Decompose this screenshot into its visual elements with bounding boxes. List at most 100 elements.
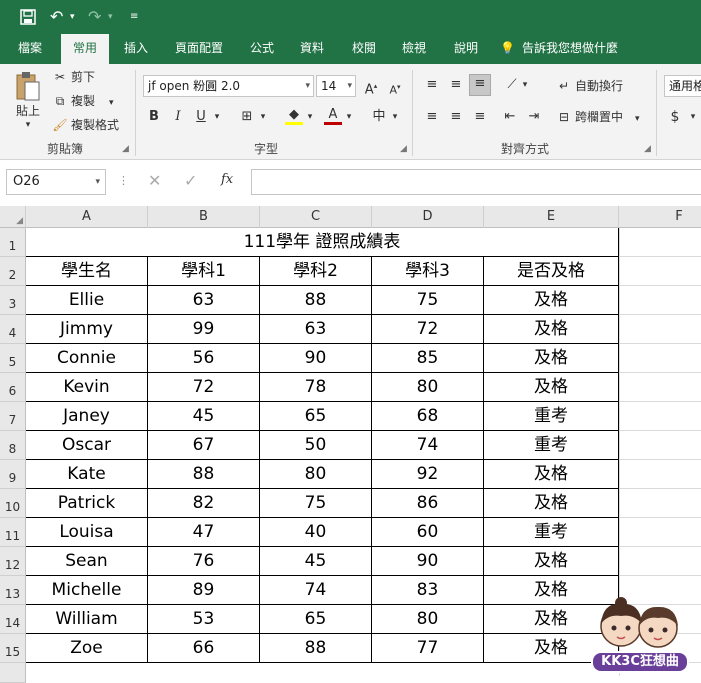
redo-dropdown-icon[interactable]: ▾ [108,0,113,34]
enter-icon[interactable]: ✓ [184,171,197,190]
table-cell[interactable]: 60 [372,518,484,547]
table-cell[interactable]: 及格 [484,286,619,315]
align-center-icon[interactable]: ≡ [446,108,466,126]
undo-icon[interactable]: ↶ [50,0,63,34]
clipboard-launcher-icon[interactable]: ◢ [122,144,129,154]
table-cell[interactable]: 67 [148,431,260,460]
row-header-16[interactable] [0,663,26,683]
fill-color-dropdown-icon[interactable]: ▾ [305,108,315,126]
table-cell[interactable]: 47 [148,518,260,547]
table-cell[interactable]: Kate [26,460,148,489]
row-header-12[interactable]: 12 [0,547,26,576]
column-header-c[interactable]: C [260,206,372,228]
table-cell[interactable]: 50 [260,431,372,460]
formula-input[interactable] [251,169,701,195]
redo-icon[interactable]: ↷ [88,0,101,34]
paste-button[interactable]: 貼上 ▾ [10,72,46,130]
table-cell[interactable]: Kevin [26,373,148,402]
cut-button[interactable]: ✂ 剪下 [52,68,95,86]
table-cell[interactable]: 66 [148,634,260,663]
currency-icon[interactable]: $ [668,108,682,126]
table-cell[interactable]: 45 [148,402,260,431]
table-cell[interactable]: 86 [372,489,484,518]
currency-dropdown-icon[interactable]: ▾ [688,108,698,126]
table-cell[interactable]: 65 [260,605,372,634]
table-cell[interactable]: 40 [260,518,372,547]
header-cell[interactable]: 學科1 [148,257,260,286]
align-top-icon[interactable]: ≡ [422,76,442,94]
table-cell[interactable]: 75 [372,286,484,315]
sheet-title-cell[interactable]: 111學年 證照成績表 [26,228,619,257]
table-cell[interactable]: 72 [372,315,484,344]
column-header-e[interactable]: E [484,206,619,228]
increase-font-icon[interactable]: A▴ [362,77,380,99]
table-cell[interactable]: 53 [148,605,260,634]
decrease-font-icon[interactable]: A▾ [386,78,404,100]
table-cell[interactable]: Zoe [26,634,148,663]
tab-help[interactable]: 說明 [442,34,490,64]
alignment-launcher-icon[interactable]: ◢ [644,144,651,154]
table-cell[interactable]: 74 [372,431,484,460]
table-cell[interactable]: 85 [372,344,484,373]
merge-center-button[interactable]: ⊟ 跨欄置中 ▾ [556,108,640,128]
select-all-corner[interactable]: ◢ [0,206,26,228]
header-cell[interactable]: 是否及格 [484,257,619,286]
table-cell[interactable]: 重考 [484,402,619,431]
table-cell[interactable]: 及格 [484,489,619,518]
wrap-text-button[interactable]: ↵ 自動換行 [556,77,623,95]
tab-review[interactable]: 校閱 [340,34,388,64]
font-size-combo[interactable]: 14 ▾ [316,75,356,97]
header-cell[interactable]: 學生名 [26,257,148,286]
align-middle-icon[interactable]: ≡ [446,76,466,94]
table-cell[interactable]: Janey [26,402,148,431]
tell-me-search[interactable]: 💡 告訴我您想做什麼 [500,34,640,64]
font-launcher-icon[interactable]: ◢ [400,144,407,154]
decrease-indent-icon[interactable]: ⇤ [500,108,520,126]
format-painter-button[interactable]: 🖌 複製格式 [52,116,119,134]
table-cell[interactable]: 65 [260,402,372,431]
insert-function-button[interactable]: fx [221,172,233,187]
phonetic-icon[interactable]: 中 [370,108,388,126]
table-cell[interactable]: 77 [372,634,484,663]
more-options-icon[interactable]: ⋮ [118,174,129,187]
row-header-2[interactable]: 2 [0,257,26,286]
column-header-d[interactable]: D [372,206,484,228]
table-cell[interactable]: 及格 [484,373,619,402]
table-cell[interactable]: 72 [148,373,260,402]
table-cell[interactable]: 56 [148,344,260,373]
table-cell[interactable]: 重考 [484,518,619,547]
italic-button[interactable]: I [170,108,186,126]
tab-formulas[interactable]: 公式 [238,34,286,64]
border-icon[interactable]: ⊞ [238,108,256,126]
table-cell[interactable]: 88 [260,286,372,315]
phonetic-dropdown-icon[interactable]: ▾ [390,108,400,126]
row-header-6[interactable]: 6 [0,373,26,402]
save-icon[interactable] [20,0,36,37]
table-cell[interactable]: Sean [26,547,148,576]
border-dropdown-icon[interactable]: ▾ [258,108,268,126]
table-cell[interactable]: 68 [372,402,484,431]
row-header-8[interactable]: 8 [0,431,26,460]
underline-dropdown-icon[interactable]: ▾ [212,108,222,126]
header-cell[interactable]: 學科2 [260,257,372,286]
align-left-icon[interactable]: ≡ [422,108,442,126]
tab-insert[interactable]: 插入 [112,34,160,64]
table-cell[interactable]: 83 [372,576,484,605]
table-cell[interactable]: 80 [372,605,484,634]
orientation-dropdown-icon[interactable]: ▾ [520,76,530,94]
table-cell[interactable]: 80 [372,373,484,402]
table-cell[interactable]: 80 [260,460,372,489]
row-header-3[interactable]: 3 [0,286,26,315]
table-cell[interactable]: Ellie [26,286,148,315]
table-cell[interactable]: 88 [148,460,260,489]
table-cell[interactable]: Patrick [26,489,148,518]
table-cell[interactable]: 78 [260,373,372,402]
table-cell[interactable]: 及格 [484,344,619,373]
bold-button[interactable]: B [146,108,162,126]
font-color-dropdown-icon[interactable]: ▾ [344,108,354,126]
table-cell[interactable]: Connie [26,344,148,373]
table-cell[interactable]: 及格 [484,460,619,489]
header-cell[interactable]: 學科3 [372,257,484,286]
table-cell[interactable]: 及格 [484,547,619,576]
table-cell[interactable]: 88 [260,634,372,663]
